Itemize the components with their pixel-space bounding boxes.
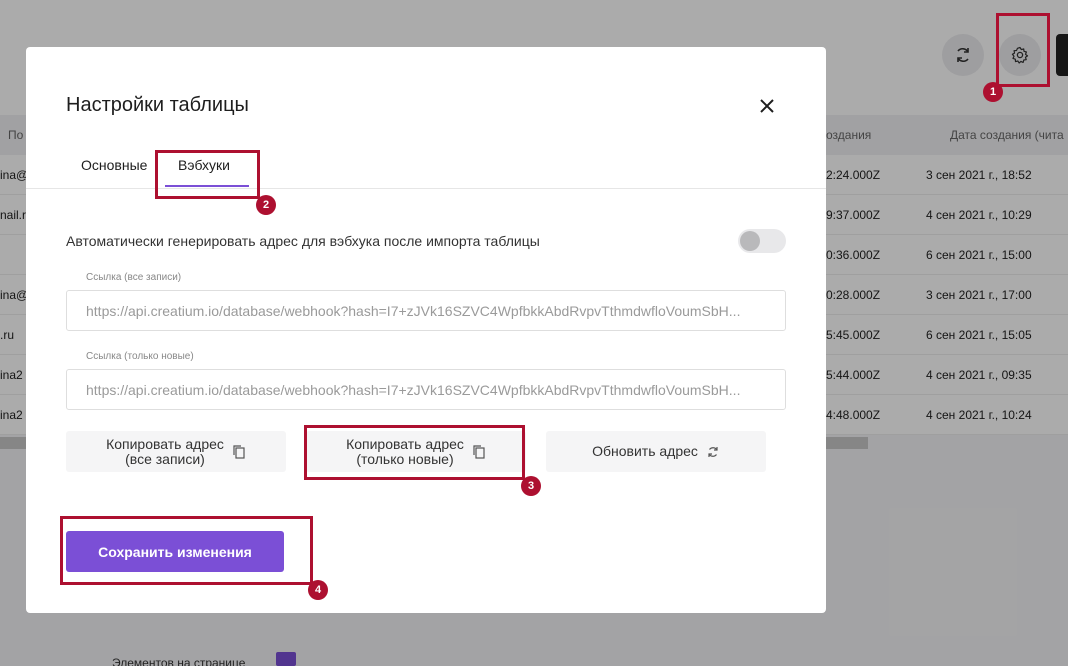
copy-all-label: Копировать адрес — [106, 435, 224, 452]
copy-all-button[interactable]: Копировать адрес (все записи) — [66, 431, 286, 472]
auto-generate-toggle[interactable] — [738, 229, 786, 253]
link-new-field[interactable] — [66, 369, 786, 410]
auto-generate-label: Автоматически генерировать адрес для вэб… — [66, 233, 540, 249]
annotation-badge: 3 — [521, 476, 541, 496]
close-button[interactable] — [756, 95, 778, 117]
annotation-box-webhooks-tab — [155, 150, 260, 199]
copy-icon — [232, 444, 246, 460]
copy-all-sublabel: (все записи) — [125, 450, 205, 467]
refresh-icon — [706, 444, 720, 460]
annotation-badge: 2 — [256, 195, 276, 215]
modal-title: Настройки таблицы — [66, 94, 249, 116]
toggle-knob — [740, 231, 760, 251]
annotation-badge: 1 — [983, 82, 1003, 102]
tabs-divider — [26, 188, 826, 189]
annotation-box-copy-new — [304, 425, 525, 480]
refresh-address-label: Обновить адрес — [592, 443, 698, 459]
annotation-box-save — [60, 516, 313, 585]
link-new-label: Ссылка (только новые) — [86, 351, 194, 362]
link-all-field[interactable] — [66, 290, 786, 331]
annotation-box-settings — [996, 13, 1050, 87]
link-all-label: Ссылка (все записи) — [86, 272, 182, 283]
tab-basic[interactable]: Основные — [81, 157, 147, 173]
annotation-badge: 4 — [308, 580, 328, 600]
refresh-address-button[interactable]: Обновить адрес — [546, 431, 766, 472]
close-icon — [760, 99, 774, 113]
